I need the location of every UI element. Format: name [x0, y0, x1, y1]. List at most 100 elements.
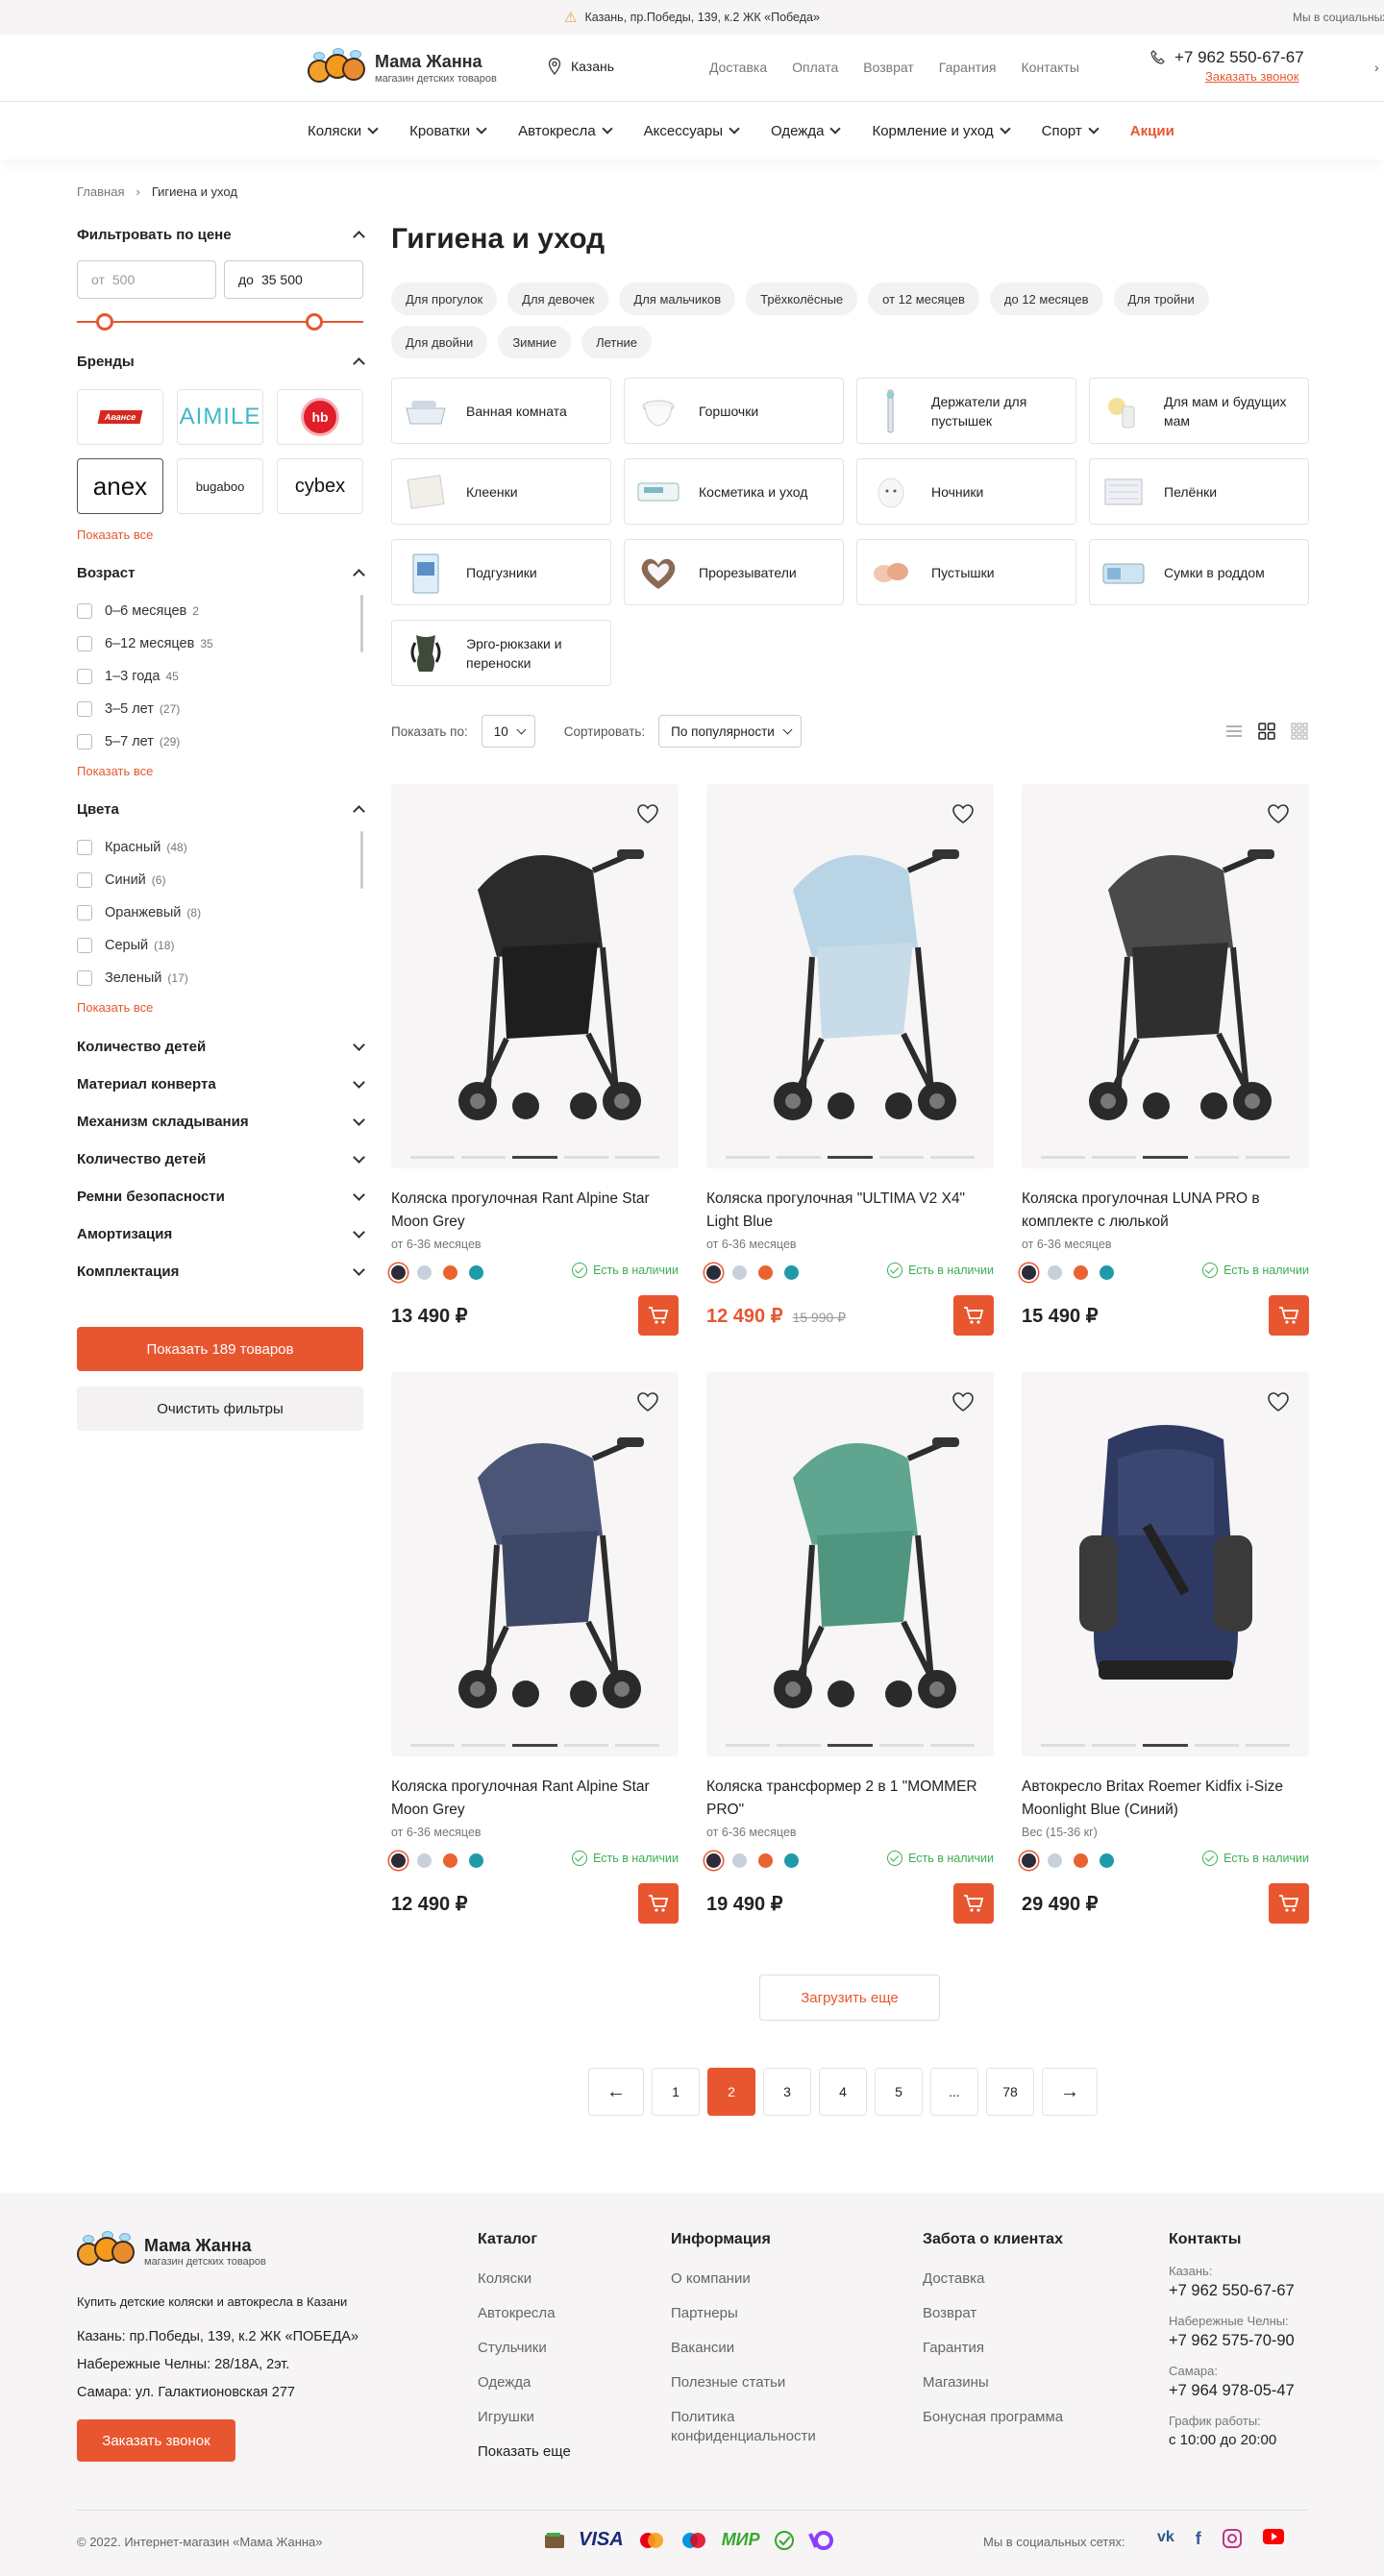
- category-card[interactable]: Подгузники: [391, 539, 611, 605]
- page-button[interactable]: 5: [875, 2068, 923, 2116]
- color-swatch[interactable]: [469, 1852, 483, 1868]
- add-to-cart-button[interactable]: [638, 1295, 679, 1336]
- color-swatch[interactable]: [391, 1852, 406, 1868]
- color-swatch[interactable]: [469, 1264, 483, 1280]
- color-swatch[interactable]: [1100, 1852, 1114, 1868]
- add-to-cart-button[interactable]: [1269, 1883, 1309, 1924]
- tag-chip[interactable]: от 12 месяцев: [868, 282, 979, 315]
- product-card[interactable]: Коляска трансформер 2 в 1 "MOMMER PRO" от…: [706, 1372, 994, 1924]
- tag-chip[interactable]: Трёхколёсные: [746, 282, 858, 315]
- footer-link[interactable]: Автокресла: [478, 2304, 571, 2323]
- catnav-cribs[interactable]: Кроватки: [409, 123, 487, 139]
- price-range-slider[interactable]: [77, 311, 363, 332]
- product-image[interactable]: [391, 1372, 679, 1756]
- product-image[interactable]: [1022, 784, 1309, 1168]
- product-name[interactable]: Коляска прогулочная "ULTIMA V2 X4" Light…: [706, 1188, 994, 1234]
- favorite-heart-icon[interactable]: [952, 1391, 975, 1412]
- contact-phone[interactable]: +7 962 575-70-90: [1169, 2332, 1295, 2350]
- category-card[interactable]: Пустышки: [856, 539, 1076, 605]
- contact-phone[interactable]: +7 962 550-67-67: [1169, 2282, 1295, 2300]
- color-swatch[interactable]: [417, 1264, 432, 1280]
- page-button[interactable]: 3: [763, 2068, 811, 2116]
- filter-children-count[interactable]: Количество детей: [77, 1028, 365, 1066]
- footer-link[interactable]: Одежда: [478, 2373, 571, 2392]
- nav-delivery[interactable]: Доставка: [709, 60, 767, 75]
- brand-cybex[interactable]: cybex: [277, 458, 363, 514]
- cart-icon-partial[interactable]: ›: [1374, 60, 1384, 75]
- color-option[interactable]: Оранжевый (8): [77, 896, 363, 929]
- catnav-clothes[interactable]: Одежда: [771, 123, 842, 139]
- age-option[interactable]: 0–6 месяцев 2: [77, 595, 363, 627]
- color-swatch[interactable]: [1022, 1852, 1036, 1868]
- color-option[interactable]: Синий (6): [77, 864, 363, 896]
- colors-show-all[interactable]: Показать все: [77, 1000, 363, 1015]
- page-button[interactable]: 1: [652, 2068, 700, 2116]
- footer-link[interactable]: Бонусная программа: [923, 2408, 1063, 2427]
- tag-chip[interactable]: до 12 месяцев: [989, 282, 1103, 315]
- price-filter-header[interactable]: Фильтровать по цене: [77, 227, 365, 243]
- product-image[interactable]: [706, 784, 994, 1168]
- list-view-icon[interactable]: [1225, 723, 1243, 740]
- product-card[interactable]: Коляска прогулочная "ULTIMA V2 X4" Light…: [706, 784, 994, 1336]
- nav-contacts[interactable]: Контакты: [1022, 60, 1079, 75]
- colors-scrollbar[interactable]: [360, 831, 363, 889]
- image-slider-dots[interactable]: [1041, 1744, 1291, 1747]
- color-swatch[interactable]: [1074, 1852, 1088, 1868]
- facebook-icon[interactable]: f: [1196, 2529, 1201, 2549]
- product-image[interactable]: [1022, 1372, 1309, 1756]
- category-card[interactable]: Прорезыватели: [624, 539, 844, 605]
- checkbox[interactable]: [77, 734, 92, 749]
- filter-seat-belts[interactable]: Ремни безопасности: [77, 1178, 365, 1215]
- footer-callback-button[interactable]: Заказать звонок: [77, 2419, 235, 2462]
- filter-children-count-2[interactable]: Количество детей: [77, 1141, 365, 1178]
- catnav-strollers[interactable]: Коляски: [308, 123, 379, 139]
- footer-link[interactable]: Доставка: [923, 2269, 1063, 2289]
- category-card[interactable]: Пелёнки: [1089, 458, 1309, 525]
- logo[interactable]: Мама Жанна магазин детских товаров: [308, 48, 497, 88]
- color-swatch[interactable]: [758, 1264, 773, 1280]
- catnav-sport[interactable]: Спорт: [1042, 123, 1100, 139]
- color-swatch[interactable]: [732, 1264, 747, 1280]
- compact-grid-view-icon[interactable]: [1291, 723, 1308, 740]
- footer-show-more[interactable]: Показать еще: [478, 2442, 571, 2462]
- favorite-heart-icon[interactable]: [636, 1391, 659, 1412]
- nav-payment[interactable]: Оплата: [792, 60, 838, 75]
- nav-warranty[interactable]: Гарантия: [939, 60, 997, 75]
- category-card[interactable]: Горшочки: [624, 378, 844, 444]
- footer-link[interactable]: Игрушки: [478, 2408, 571, 2427]
- product-card[interactable]: Коляска прогулочная Rant Alpine Star Moo…: [391, 784, 679, 1336]
- catnav-accessories[interactable]: Аксессуары: [644, 123, 740, 139]
- filter-kit[interactable]: Комплектация: [77, 1253, 365, 1290]
- color-swatch[interactable]: [1022, 1264, 1036, 1280]
- instagram-icon[interactable]: [1222, 2529, 1242, 2548]
- product-name[interactable]: Коляска прогулочная Rant Alpine Star Moo…: [391, 1188, 679, 1234]
- favorite-heart-icon[interactable]: [636, 803, 659, 824]
- image-slider-dots[interactable]: [726, 1744, 976, 1747]
- range-min-handle[interactable]: [96, 313, 113, 331]
- brand-happy-baby[interactable]: hb: [277, 389, 363, 445]
- filter-folding-mechanism[interactable]: Механизм складывания: [77, 1103, 365, 1141]
- per-page-select[interactable]: 10: [481, 715, 535, 748]
- category-card[interactable]: Ванная комната: [391, 378, 611, 444]
- grid-view-icon[interactable]: [1258, 723, 1275, 740]
- color-swatch[interactable]: [1100, 1264, 1114, 1280]
- color-option[interactable]: Красный (48): [77, 831, 363, 864]
- add-to-cart-button[interactable]: [1269, 1295, 1309, 1336]
- footer-link[interactable]: Политика конфиденциальности: [671, 2408, 844, 2446]
- next-page-arrow-icon[interactable]: →: [1042, 2068, 1098, 2116]
- product-name[interactable]: Коляска прогулочная Rant Alpine Star Moo…: [391, 1776, 679, 1822]
- image-slider-dots[interactable]: [410, 1156, 660, 1159]
- product-name[interactable]: Коляска трансформер 2 в 1 "MOMMER PRO": [706, 1776, 994, 1822]
- tag-chip[interactable]: Для тройни: [1113, 282, 1209, 315]
- color-swatch[interactable]: [417, 1852, 432, 1868]
- favorite-heart-icon[interactable]: [1267, 1391, 1290, 1412]
- color-swatch[interactable]: [391, 1264, 406, 1280]
- image-slider-dots[interactable]: [1041, 1156, 1291, 1159]
- clear-filters-button[interactable]: Очистить фильтры: [77, 1386, 363, 1431]
- phone-number[interactable]: +7 962 550-67-67: [1174, 48, 1304, 67]
- topbar-address[interactable]: Казань, пр.Победы, 139, к.2 ЖК «Победа»: [585, 11, 820, 24]
- color-swatch[interactable]: [1048, 1264, 1062, 1280]
- sort-select[interactable]: По популярности: [658, 715, 802, 748]
- checkbox[interactable]: [77, 905, 92, 920]
- page-button[interactable]: 2: [707, 2068, 755, 2116]
